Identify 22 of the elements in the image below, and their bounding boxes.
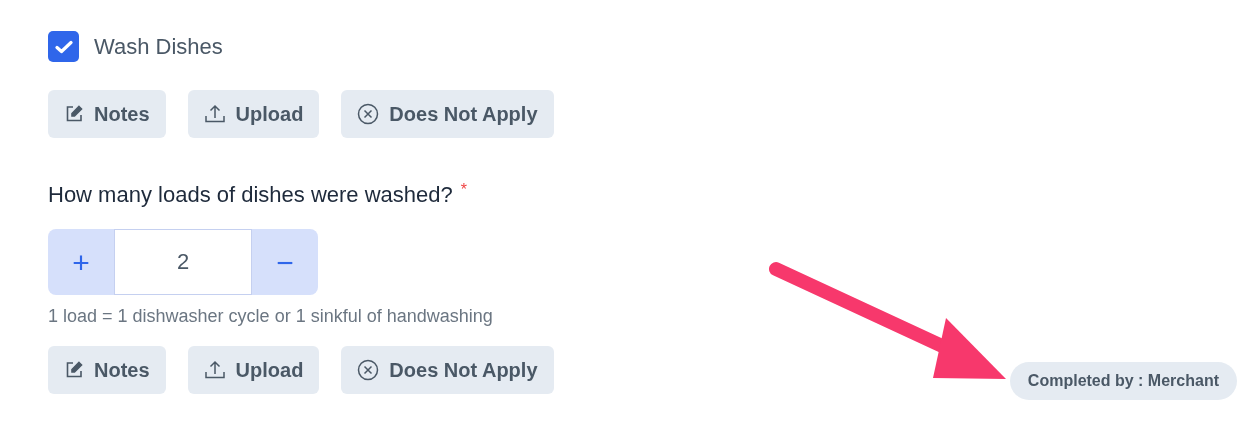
task-label: Wash Dishes	[94, 33, 223, 61]
action-button[interactable]: Does Not Apply	[341, 90, 554, 138]
action-button[interactable]: Upload	[187, 346, 320, 394]
decrement-button[interactable]: −	[252, 229, 318, 295]
edit-icon	[64, 104, 84, 124]
checkbox[interactable]	[48, 31, 79, 62]
completed-by-badge: Completed by : Merchant	[1009, 362, 1237, 400]
cancel-icon	[357, 359, 380, 381]
edit-icon	[64, 360, 84, 380]
action-button[interactable]: Notes	[48, 346, 166, 394]
required-mark: *	[460, 180, 467, 200]
increment-button[interactable]: +	[48, 229, 114, 295]
check-icon	[54, 39, 73, 54]
action-button[interactable]: Notes	[48, 90, 166, 138]
action-button[interactable]: Does Not Apply	[341, 346, 554, 394]
hint-text: 1 load = 1 dishwasher cycle or 1 sinkful of handwashing	[48, 305, 494, 328]
quantity-field[interactable]: 2	[114, 229, 252, 295]
upload-icon	[203, 360, 226, 380]
action-button[interactable]: Upload	[187, 90, 320, 138]
question-text: How many loads of dishes were washed?	[48, 181, 453, 209]
upload-icon	[203, 104, 226, 124]
cancel-icon	[357, 103, 380, 125]
